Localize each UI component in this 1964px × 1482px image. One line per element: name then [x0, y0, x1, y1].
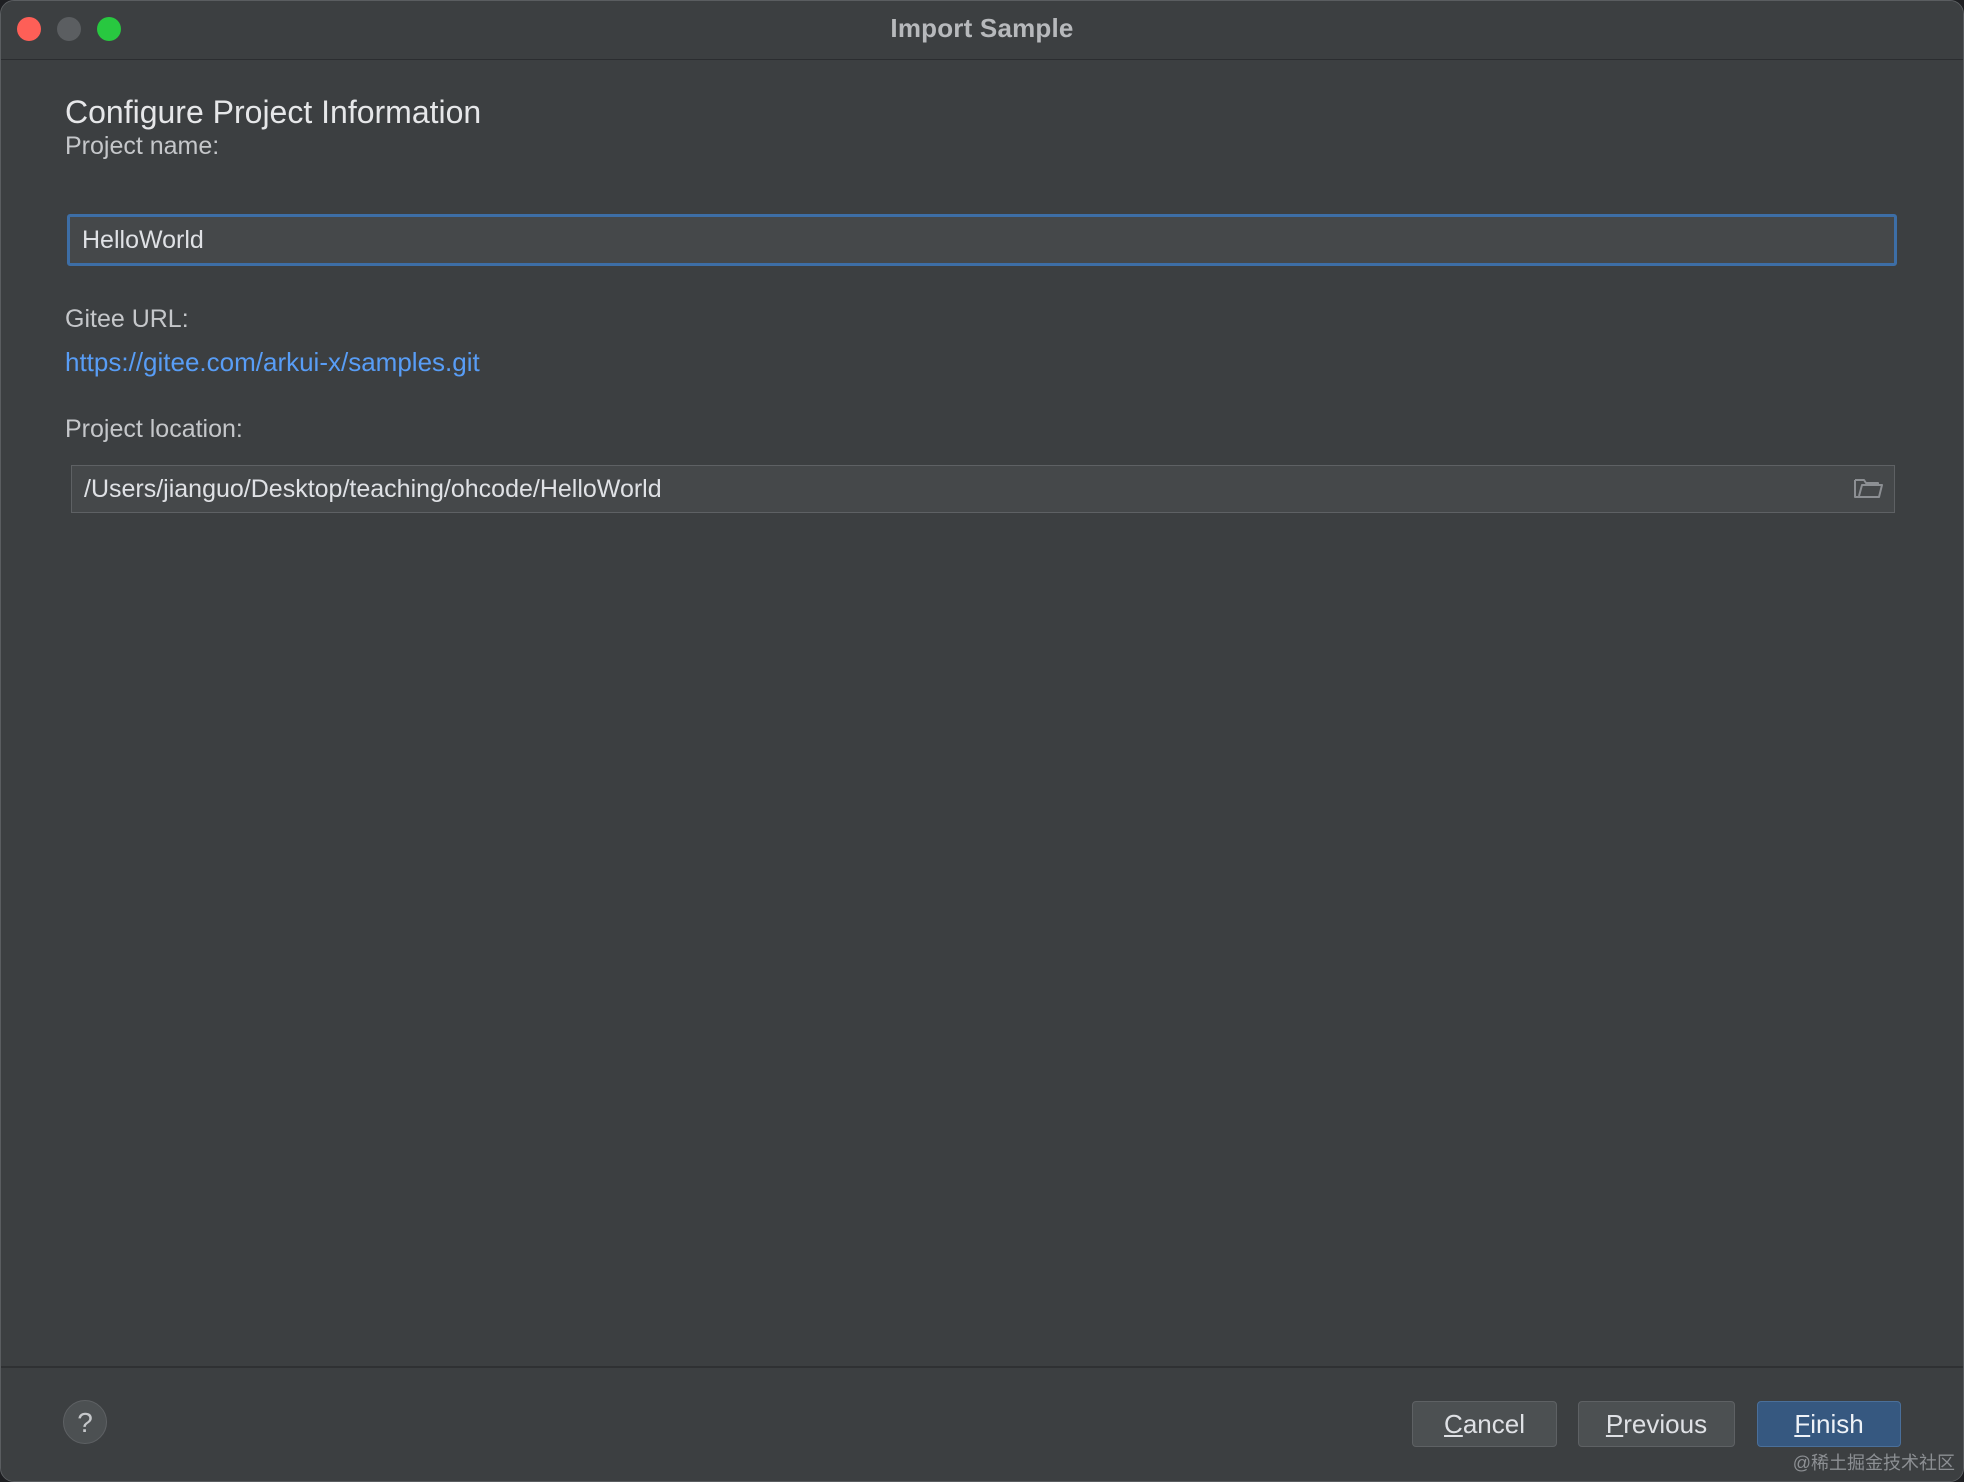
dialog-content: Configure Project Information Project na…: [1, 60, 1963, 1368]
page-heading: Configure Project Information: [65, 94, 482, 130]
project-name-input[interactable]: HelloWorld: [67, 214, 1897, 266]
cancel-button[interactable]: Cancel: [1412, 1401, 1557, 1447]
previous-button[interactable]: Previous: [1578, 1401, 1735, 1447]
cancel-label: ancel: [1462, 1409, 1525, 1439]
project-name-value: HelloWorld: [82, 226, 204, 254]
import-sample-dialog: Import Sample Configure Project Informat…: [0, 0, 1964, 1482]
project-name-label: Project name:: [65, 132, 220, 160]
finish-label: inish: [1810, 1409, 1864, 1439]
project-location-value: /Users/jianguo/Desktop/teaching/ohcode/H…: [84, 475, 662, 503]
title-bar: Import Sample: [1, 1, 1963, 60]
cancel-mnemonic: C: [1444, 1409, 1463, 1439]
watermark: @稀土掘金技术社区: [1792, 1453, 1955, 1473]
dialog-footer: ? Cancel Previous Finish @稀土掘金技术社区: [1, 1366, 1963, 1481]
help-button[interactable]: ?: [63, 1400, 107, 1444]
previous-label: revious: [1623, 1409, 1708, 1439]
gitee-url-link[interactable]: https://gitee.com/arkui-x/samples.git: [65, 347, 480, 378]
finish-mnemonic: F: [1794, 1409, 1811, 1439]
project-location-label: Project location:: [65, 415, 243, 443]
previous-mnemonic: P: [1605, 1409, 1624, 1439]
folder-icon[interactable]: [1854, 476, 1884, 500]
gitee-url-label: Gitee URL:: [65, 305, 189, 333]
project-location-input[interactable]: /Users/jianguo/Desktop/teaching/ohcode/H…: [71, 465, 1895, 513]
window-title: Import Sample: [890, 13, 1074, 43]
finish-button[interactable]: Finish: [1757, 1401, 1901, 1447]
